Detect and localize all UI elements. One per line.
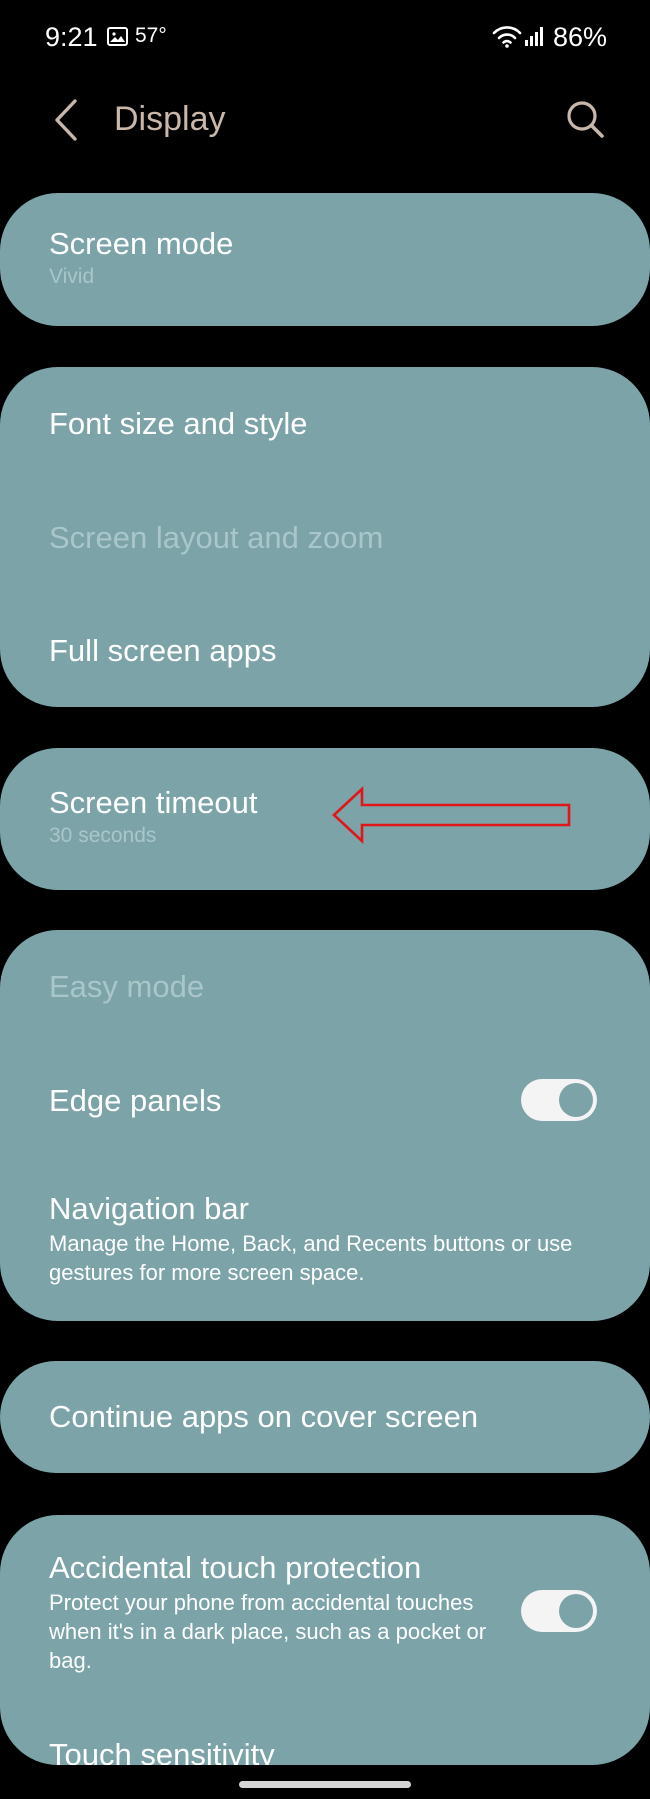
edge-panels-title: Edge panels <box>49 1083 222 1118</box>
display-settings-screen: 9:21 57° 86% Display Screen mode Vivid F… <box>0 0 650 1799</box>
screen-layout-title: Screen layout and zoom <box>49 520 384 555</box>
toggle-knob <box>559 1594 593 1628</box>
touch-sensitivity-item[interactable]: Touch sensitivity <box>49 1736 601 1765</box>
accidental-touch-item[interactable]: Accidental touch protection Protect your… <box>49 1549 500 1675</box>
screen-mode-title: Screen mode <box>49 226 234 261</box>
search-icon <box>567 101 604 138</box>
status-temperature: 57° <box>135 24 167 47</box>
navigation-bar-description: Manage the Home, Back, and Recents butto… <box>49 1231 573 1286</box>
accidental-touch-description: Protect your phone from accidental touch… <box>49 1590 487 1674</box>
full-screen-apps-title: Full screen apps <box>49 633 277 668</box>
easy-mode-item[interactable]: Easy mode <box>49 968 601 1005</box>
continue-apps-item[interactable]: Continue apps on cover screen <box>49 1398 601 1435</box>
font-layout-card: Font size and style Screen layout and zo… <box>0 367 650 707</box>
screen-mode-card: Screen mode Vivid <box>0 193 650 326</box>
red-arrow-annotation <box>332 786 571 844</box>
wifi-icon <box>492 24 522 53</box>
continue-apps-title: Continue apps on cover screen <box>49 1399 479 1434</box>
status-bar: 9:21 57° 86% <box>0 0 650 76</box>
page-title: Display <box>114 100 226 138</box>
accidental-touch-title: Accidental touch protection <box>49 1550 422 1585</box>
gallery-icon <box>107 27 128 46</box>
signal-icon <box>524 25 546 52</box>
screen-layout-item[interactable]: Screen layout and zoom <box>49 519 601 556</box>
navigation-bar-title: Navigation bar <box>49 1191 249 1226</box>
search-button[interactable] <box>562 96 608 142</box>
status-time: 9:21 <box>45 22 98 52</box>
edge-panels-item[interactable]: Edge panels <box>49 1082 500 1119</box>
touch-sensitivity-title: Touch sensitivity <box>49 1737 275 1765</box>
touch-card: Accidental touch protection Protect your… <box>0 1515 650 1765</box>
edge-panels-toggle[interactable] <box>521 1079 597 1121</box>
full-screen-apps-item[interactable]: Full screen apps <box>49 632 601 669</box>
screen-mode-value: Vivid <box>49 265 95 289</box>
easy-mode-title: Easy mode <box>49 969 205 1004</box>
continue-apps-card: Continue apps on cover screen <box>0 1361 650 1473</box>
navigation-bar-item[interactable]: Navigation bar Manage the Home, Back, an… <box>49 1190 605 1287</box>
back-arrow-icon <box>55 99 77 141</box>
home-indicator[interactable] <box>239 1781 411 1788</box>
font-size-title: Font size and style <box>49 406 308 441</box>
font-size-item[interactable]: Font size and style <box>49 405 601 442</box>
toggle-knob <box>559 1083 593 1117</box>
screen-mode-item[interactable]: Screen mode Vivid <box>49 225 601 289</box>
back-button[interactable] <box>46 96 86 144</box>
easy-edge-nav-card: Easy mode Edge panels Navigation bar Man… <box>0 930 650 1321</box>
accidental-touch-toggle[interactable] <box>521 1590 597 1632</box>
battery-level: 86% <box>553 22 608 52</box>
